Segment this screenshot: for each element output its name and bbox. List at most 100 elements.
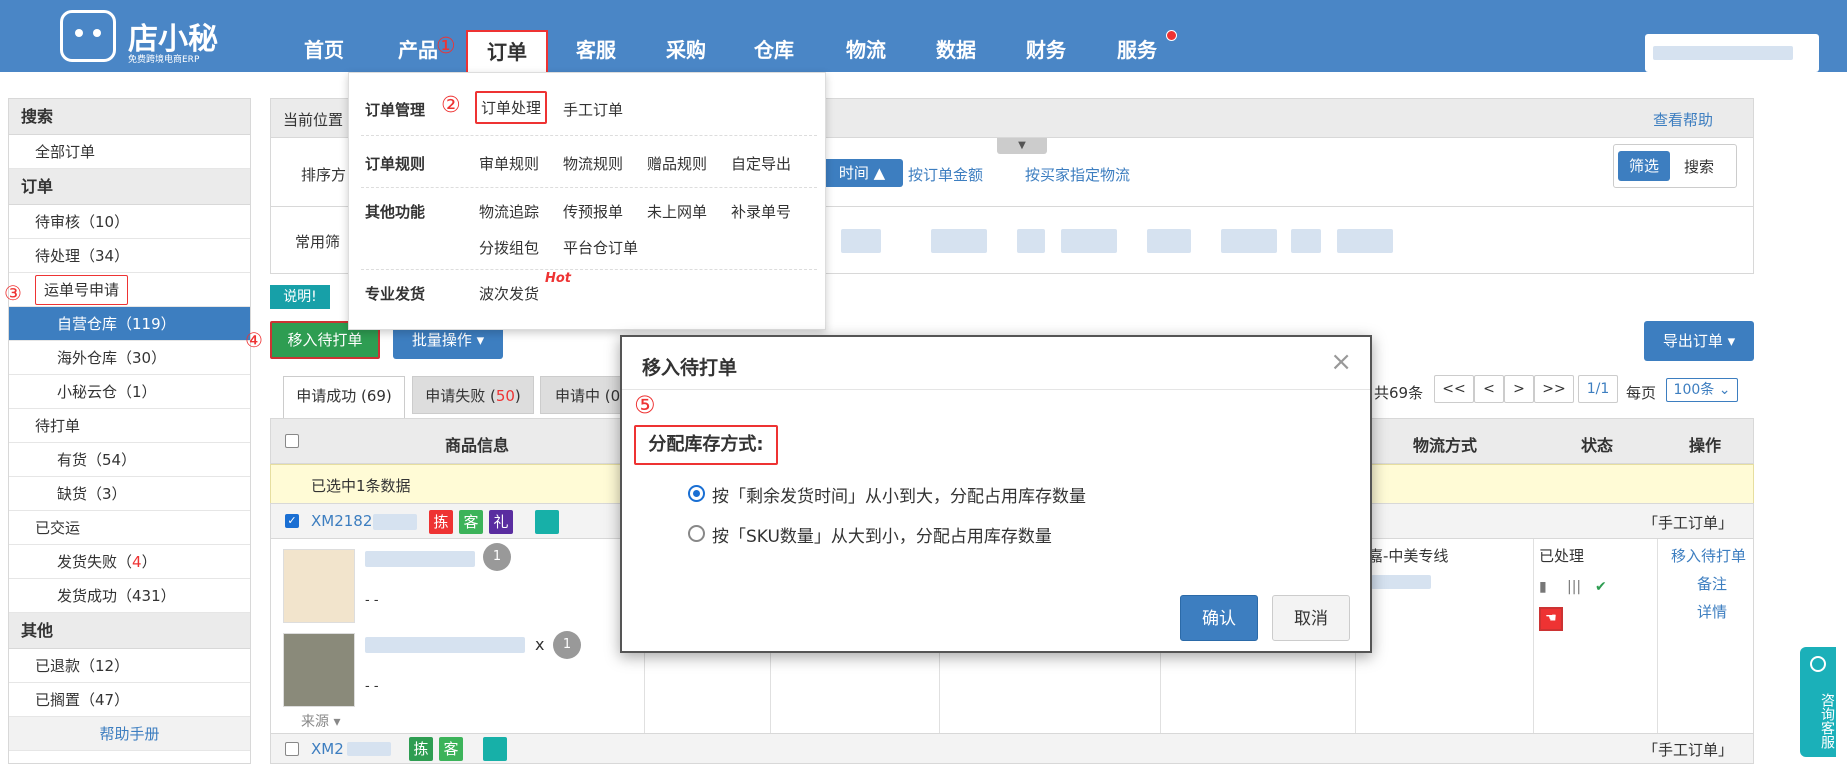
sidebar-item-xiaomi-cloud[interactable]: 小秘云仓（1） [9, 375, 250, 409]
filter-search-toggle: 筛选 搜索 [1613, 144, 1737, 188]
modal-section-label: 分配库存方式: [634, 425, 778, 465]
order-row-header-2: XM2 拣 客 「手工订单」 [270, 733, 1754, 764]
radio-sku-quantity[interactable] [688, 525, 705, 542]
sidebar-item-shipped[interactable]: 已交运 [9, 511, 250, 545]
menu-item-logistics-rules[interactable]: 物流规则 [563, 153, 623, 174]
tab-apply-fail[interactable]: 申请失败 (50) [412, 376, 534, 414]
order-type-2: 「手工订单」 [1642, 741, 1733, 759]
menu-item-gift-rules[interactable]: 赠品规则 [647, 153, 707, 174]
order-checkbox[interactable]: ✓ [285, 514, 299, 528]
nav-products[interactable]: 产品 [398, 34, 438, 63]
page-prev-button[interactable]: < [1474, 375, 1504, 403]
copy-icon[interactable]: ▮ [1539, 579, 1547, 595]
order-id-link[interactable]: XM2182 [311, 512, 372, 530]
option-sku-quantity-label: 按「SKU数量」从大到小，分配占用库存数量 [712, 527, 1052, 547]
notification-dot [1166, 30, 1177, 41]
nav-orders[interactable]: 订单 [466, 30, 548, 74]
sort-amount-link[interactable]: 按订单金额 [908, 164, 983, 185]
page-next-button[interactable]: > [1504, 375, 1534, 403]
cancel-button[interactable]: 取消 [1272, 595, 1350, 641]
barcode-icon[interactable]: ||| [1567, 579, 1581, 595]
sidebar-item-overseas-warehouse[interactable]: 海外仓库（30） [9, 341, 250, 375]
hand-icon[interactable]: ☚ [1539, 607, 1563, 631]
nav-customer-service[interactable]: 客服 [576, 34, 616, 63]
top-search-box[interactable] [1645, 34, 1819, 72]
sidebar-help-link[interactable]: 帮助手册 [9, 717, 250, 751]
sidebar-item-refunded[interactable]: 已退款（12） [9, 649, 250, 683]
sort-time-button[interactable]: 时间 ▲ [821, 159, 903, 187]
total-count: 共69条 [1374, 384, 1424, 402]
nav-logistics[interactable]: 物流 [846, 34, 886, 63]
menu-header-order-rules: 订单规则 [365, 155, 426, 173]
nav-warehouse[interactable]: 仓库 [754, 34, 794, 63]
sidebar-item-ship-success[interactable]: 发货成功（431） [9, 579, 250, 613]
order-status: 已处理 [1539, 547, 1585, 565]
menu-item-offline-order[interactable]: 未上网单 [647, 201, 707, 222]
sidebar-item-on-hold[interactable]: 已搁置（47） [9, 683, 250, 717]
tag-customer: 客 [459, 510, 483, 534]
menu-item-pre-report[interactable]: 传预报单 [563, 201, 623, 222]
action-note[interactable]: 备注 [1697, 573, 1727, 594]
per-page-select[interactable]: 100条 ⌄ [1666, 378, 1738, 402]
menu-item-order-process[interactable]: 订单处理 [475, 91, 548, 124]
column-status: 状态 [1581, 436, 1614, 455]
menu-item-split-pack[interactable]: 分拨组包 [479, 237, 539, 258]
modal-close-icon[interactable]: × [1330, 347, 1352, 377]
brand-tagline: 免费跨境电商ERP [128, 55, 200, 65]
sidebar-item-pending-process[interactable]: 待处理（34） [9, 239, 250, 273]
help-link[interactable]: 查看帮助 [1653, 109, 1713, 130]
option-remaining-time-label: 按「剩余发货时间」从小到大，分配占用库存数量 [712, 487, 1086, 507]
radio-remaining-time[interactable] [688, 485, 705, 502]
sort-logistics-link[interactable]: 按买家指定物流 [1025, 164, 1130, 185]
filter-button[interactable]: 筛选 [1618, 151, 1670, 181]
page-indicator[interactable]: 1/1 [1578, 375, 1618, 403]
annotation-5: ⑤ [634, 391, 656, 419]
headset-icon [1810, 656, 1826, 672]
action-move-to-print[interactable]: 移入待打单 [1671, 545, 1746, 566]
sidebar-item-pending-review[interactable]: 待审核（10） [9, 205, 250, 239]
nav-service[interactable]: 服务 [1117, 34, 1157, 63]
collapse-toggle-icon[interactable]: ▼ [997, 138, 1047, 154]
sidebar-item-ship-failed[interactable]: 发货失败（4） [9, 545, 250, 579]
tab-applying[interactable]: 申请中 (0 [540, 376, 622, 414]
sidebar-item-in-stock[interactable]: 有货（54） [9, 443, 250, 477]
nav-purchase[interactable]: 采购 [666, 34, 706, 63]
export-orders-button[interactable]: 导出订单 ▾ [1644, 321, 1754, 361]
sidebar-item-waybill-apply[interactable]: 运单号申请 [9, 273, 250, 307]
check-icon[interactable]: ✔ [1595, 579, 1607, 595]
menu-item-platform-order[interactable]: 平台仓订单 [563, 237, 638, 258]
confirm-button[interactable]: 确认 [1180, 595, 1258, 641]
hot-badge: Hot [545, 271, 572, 286]
search-button[interactable]: 搜索 [1684, 156, 1714, 177]
location-label: 当前位置 [283, 111, 344, 129]
order-id-link-2[interactable]: XM2 [311, 740, 344, 758]
sidebar-item-self-warehouse[interactable]: 自营仓库（119） [9, 307, 250, 341]
order-checkbox-2[interactable] [285, 742, 299, 756]
page-last-button[interactable]: >> [1534, 375, 1574, 403]
menu-item-supplement-number[interactable]: 补录单号 [731, 201, 791, 222]
per-page-label: 每页 [1626, 384, 1657, 402]
menu-item-audit-rules[interactable]: 审单规则 [479, 153, 539, 174]
quantity-badge-2: 1 [553, 631, 581, 659]
nav-data[interactable]: 数据 [936, 34, 976, 63]
product-dash-2: - - [365, 679, 379, 694]
tab-apply-success[interactable]: 申请成功 (69) [283, 376, 405, 418]
menu-item-custom-export[interactable]: 自定导出 [731, 153, 791, 174]
menu-item-batch-ship[interactable]: 波次发货 [479, 283, 539, 304]
nav-finance[interactable]: 财务 [1026, 34, 1066, 63]
page-first-button[interactable]: << [1434, 375, 1474, 403]
source-dropdown[interactable]: 来源 ▾ [301, 711, 340, 731]
sidebar-item-all-orders[interactable]: 全部订单 [9, 135, 250, 169]
nav-home[interactable]: 首页 [304, 34, 344, 63]
product-thumbnail[interactable] [283, 549, 355, 623]
action-detail[interactable]: 详情 [1697, 601, 1727, 622]
sidebar-item-out-of-stock[interactable]: 缺货（3） [9, 477, 250, 511]
order-type: 「手工订单」 [1642, 514, 1733, 532]
sidebar-item-pending-print[interactable]: 待打单 [9, 409, 250, 443]
menu-item-logistics-track[interactable]: 物流追踪 [479, 201, 539, 222]
menu-item-manual-order[interactable]: 手工订单 [563, 99, 623, 120]
column-product: 商品信息 [445, 436, 510, 455]
product-thumbnail-2[interactable] [283, 633, 355, 707]
select-all-checkbox[interactable] [285, 434, 299, 448]
product-dash: - - [365, 593, 379, 608]
